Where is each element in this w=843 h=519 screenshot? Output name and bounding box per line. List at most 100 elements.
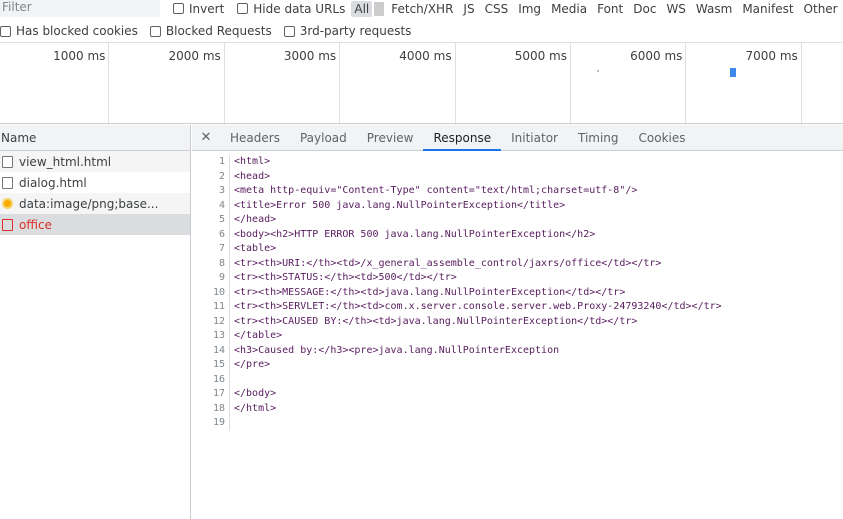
type-filter-all[interactable]: All bbox=[351, 0, 373, 17]
code-line: 11 <tr><th>SERVLET:</th><td>com.x.server.… bbox=[192, 300, 843, 315]
secondary-filters: Has blocked cookies Blocked Requests 3rd-p… bbox=[0, 22, 423, 40]
code-line: 16 bbox=[192, 372, 843, 387]
code-line: 2 <head> bbox=[192, 169, 843, 184]
document-icon bbox=[2, 218, 13, 231]
line-number: 18 bbox=[192, 401, 230, 416]
response-viewer[interactable]: 1 <html> 2 <head> 3 <meta http-equiv="Content… bbox=[192, 151, 843, 431]
timeline-tick: 7000 ms bbox=[686, 43, 802, 125]
tab-cookies[interactable]: Cookies bbox=[629, 125, 696, 151]
line-text: <tr><th>URI:</th><td>/x_general_assemble… bbox=[234, 257, 662, 269]
type-filter-other[interactable]: Other bbox=[799, 2, 843, 16]
checkbox-icon bbox=[237, 3, 249, 14]
type-filter-js[interactable]: JS bbox=[458, 2, 479, 16]
code-line: 14 <h3>Caused by:</h3><pre>java.lang.Null… bbox=[192, 343, 843, 358]
line-number: 11 bbox=[192, 300, 230, 315]
code-line: 1 <html> bbox=[192, 155, 843, 170]
request-detail-panel: ✕ Headers Payload Preview Response Initiator… bbox=[192, 125, 843, 519]
filter-toolbar: Filter Invert Hide data URLs All Fetch/XH… bbox=[0, 0, 843, 17]
image-warning-icon bbox=[2, 198, 13, 209]
line-text: <h3>Caused by:</h3><pre>java.lang.NullPo… bbox=[234, 344, 560, 356]
code-line: 17 </body> bbox=[192, 387, 843, 402]
line-text: <tr><th>STATUS:</th><td>500</td></tr> bbox=[234, 272, 457, 283]
line-number: 3 bbox=[192, 184, 230, 199]
code-line: 3 <meta http-equiv="Content-Type" content… bbox=[192, 184, 843, 199]
request-list: Name view_html.html dialog.html data:image… bbox=[0, 125, 191, 519]
filter-input[interactable]: Filter bbox=[0, 0, 160, 17]
line-text: </body> bbox=[234, 388, 277, 399]
code-line: 10 <tr><th>MESSAGE:</th><td>java.lang.Nul… bbox=[192, 285, 843, 300]
type-filter-css[interactable]: CSS bbox=[480, 2, 514, 16]
line-number: 17 bbox=[192, 387, 230, 402]
line-text bbox=[230, 416, 234, 431]
type-filter-fetchxhr[interactable]: Fetch/XHR bbox=[386, 2, 458, 16]
request-row[interactable]: dialog.html bbox=[0, 172, 190, 193]
line-text: <body><h2>HTTP ERROR 500 java.lang.NullP… bbox=[234, 228, 596, 240]
code-line: 8 <tr><th>URI:</th><td>/x_general_assembl… bbox=[192, 256, 843, 271]
line-text: <table> bbox=[234, 243, 277, 254]
name-column-header[interactable]: Name bbox=[0, 125, 190, 151]
filter-checkbox-1[interactable]: Blocked Requests bbox=[149, 24, 272, 38]
tab-preview[interactable]: Preview bbox=[357, 125, 424, 151]
code-line: 19 bbox=[192, 416, 843, 431]
request-name: office bbox=[19, 217, 52, 232]
line-number: 16 bbox=[192, 372, 230, 387]
request-row[interactable]: data:image/png;base... bbox=[0, 193, 190, 214]
code-line: 12 <tr><th>CAUSED BY:</th><td>java.lang.N… bbox=[192, 314, 843, 329]
request-name: dialog.html bbox=[19, 175, 87, 190]
line-number: 9 bbox=[192, 271, 230, 286]
filter-checkbox-2[interactable]: 3rd-party requests bbox=[283, 24, 412, 38]
tab-headers[interactable]: Headers bbox=[220, 125, 290, 151]
line-number: 2 bbox=[192, 169, 230, 184]
line-text: <meta http-equiv="Content-Type" content=… bbox=[234, 185, 638, 196]
code-line: 6 <body><h2>HTTP ERROR 500 java.lang.Null… bbox=[192, 227, 843, 242]
tab-payload[interactable]: Payload bbox=[290, 125, 357, 151]
type-filter-img[interactable]: Img bbox=[513, 2, 546, 16]
document-icon bbox=[2, 176, 13, 189]
line-text: <title>Error 500 java.lang.NullPointerEx… bbox=[234, 199, 566, 211]
close-icon[interactable]: ✕ bbox=[192, 130, 220, 145]
line-text: <head> bbox=[234, 170, 271, 182]
tab-initiator[interactable]: Initiator bbox=[501, 125, 568, 151]
type-filter-wasm[interactable]: Wasm bbox=[691, 2, 737, 16]
type-filter-media[interactable]: Media bbox=[546, 2, 592, 16]
type-filter-ws[interactable]: WS bbox=[661, 2, 690, 16]
code-line: 7 <table> bbox=[192, 242, 843, 257]
type-filter-manifest[interactable]: Manifest bbox=[737, 2, 798, 16]
line-text: </table> bbox=[234, 330, 283, 341]
timeline-tick: 3000 ms bbox=[225, 43, 341, 125]
filter-checkbox-label: Has blocked cookies bbox=[16, 24, 138, 38]
line-number: 1 bbox=[192, 155, 230, 170]
code-line: 13 </table> bbox=[192, 329, 843, 344]
type-filter-font[interactable]: Font bbox=[592, 2, 628, 16]
line-number: 15 bbox=[192, 358, 230, 373]
filter-checkbox-0[interactable]: Has blocked cookies bbox=[0, 24, 138, 38]
request-row[interactable]: view_html.html bbox=[0, 151, 190, 172]
detail-tabs: ✕ Headers Payload Preview Response Initiator… bbox=[192, 125, 843, 151]
line-text: <tr><th>MESSAGE:</th><td>java.lang.NullP… bbox=[234, 286, 626, 298]
invert-checkbox[interactable]: Invert bbox=[173, 2, 224, 16]
code-line: 18 </html> bbox=[192, 401, 843, 416]
tab-response[interactable]: Response bbox=[423, 125, 502, 151]
line-number: 4 bbox=[192, 198, 230, 213]
resource-type-filters: All Fetch/XHR JS CSS Img Media Font Doc WS Wasm Ma… bbox=[351, 0, 843, 17]
line-number: 12 bbox=[192, 314, 230, 329]
checkbox-icon bbox=[283, 25, 295, 37]
filter-checkbox-label: 3rd-party requests bbox=[299, 24, 412, 38]
document-icon bbox=[2, 155, 13, 168]
line-number: 5 bbox=[192, 213, 230, 228]
timeline-tick: 6000 ms bbox=[571, 43, 687, 125]
timeline-tick: 1000 ms bbox=[0, 43, 110, 125]
line-text: </head> bbox=[234, 214, 277, 225]
hide-data-urls-checkbox[interactable]: Hide data URLs bbox=[237, 2, 345, 16]
timeline-overview[interactable]: 1000 ms 2000 ms 3000 ms 4000 ms 5000 ms 6000 … bbox=[0, 42, 843, 125]
line-number: 13 bbox=[192, 329, 230, 344]
line-text: <tr><th>SERVLET:</th><td>com.x.server.co… bbox=[234, 301, 722, 312]
type-filter-doc[interactable]: Doc bbox=[628, 2, 661, 16]
timeline-tick: 4000 ms bbox=[340, 43, 456, 125]
code-line: 15 </pre> bbox=[192, 358, 843, 373]
line-number: 19 bbox=[192, 416, 230, 431]
line-number: 8 bbox=[192, 256, 230, 271]
checkbox-icon bbox=[0, 25, 11, 37]
tab-timing[interactable]: Timing bbox=[568, 125, 629, 151]
request-row[interactable]: office bbox=[0, 214, 190, 235]
